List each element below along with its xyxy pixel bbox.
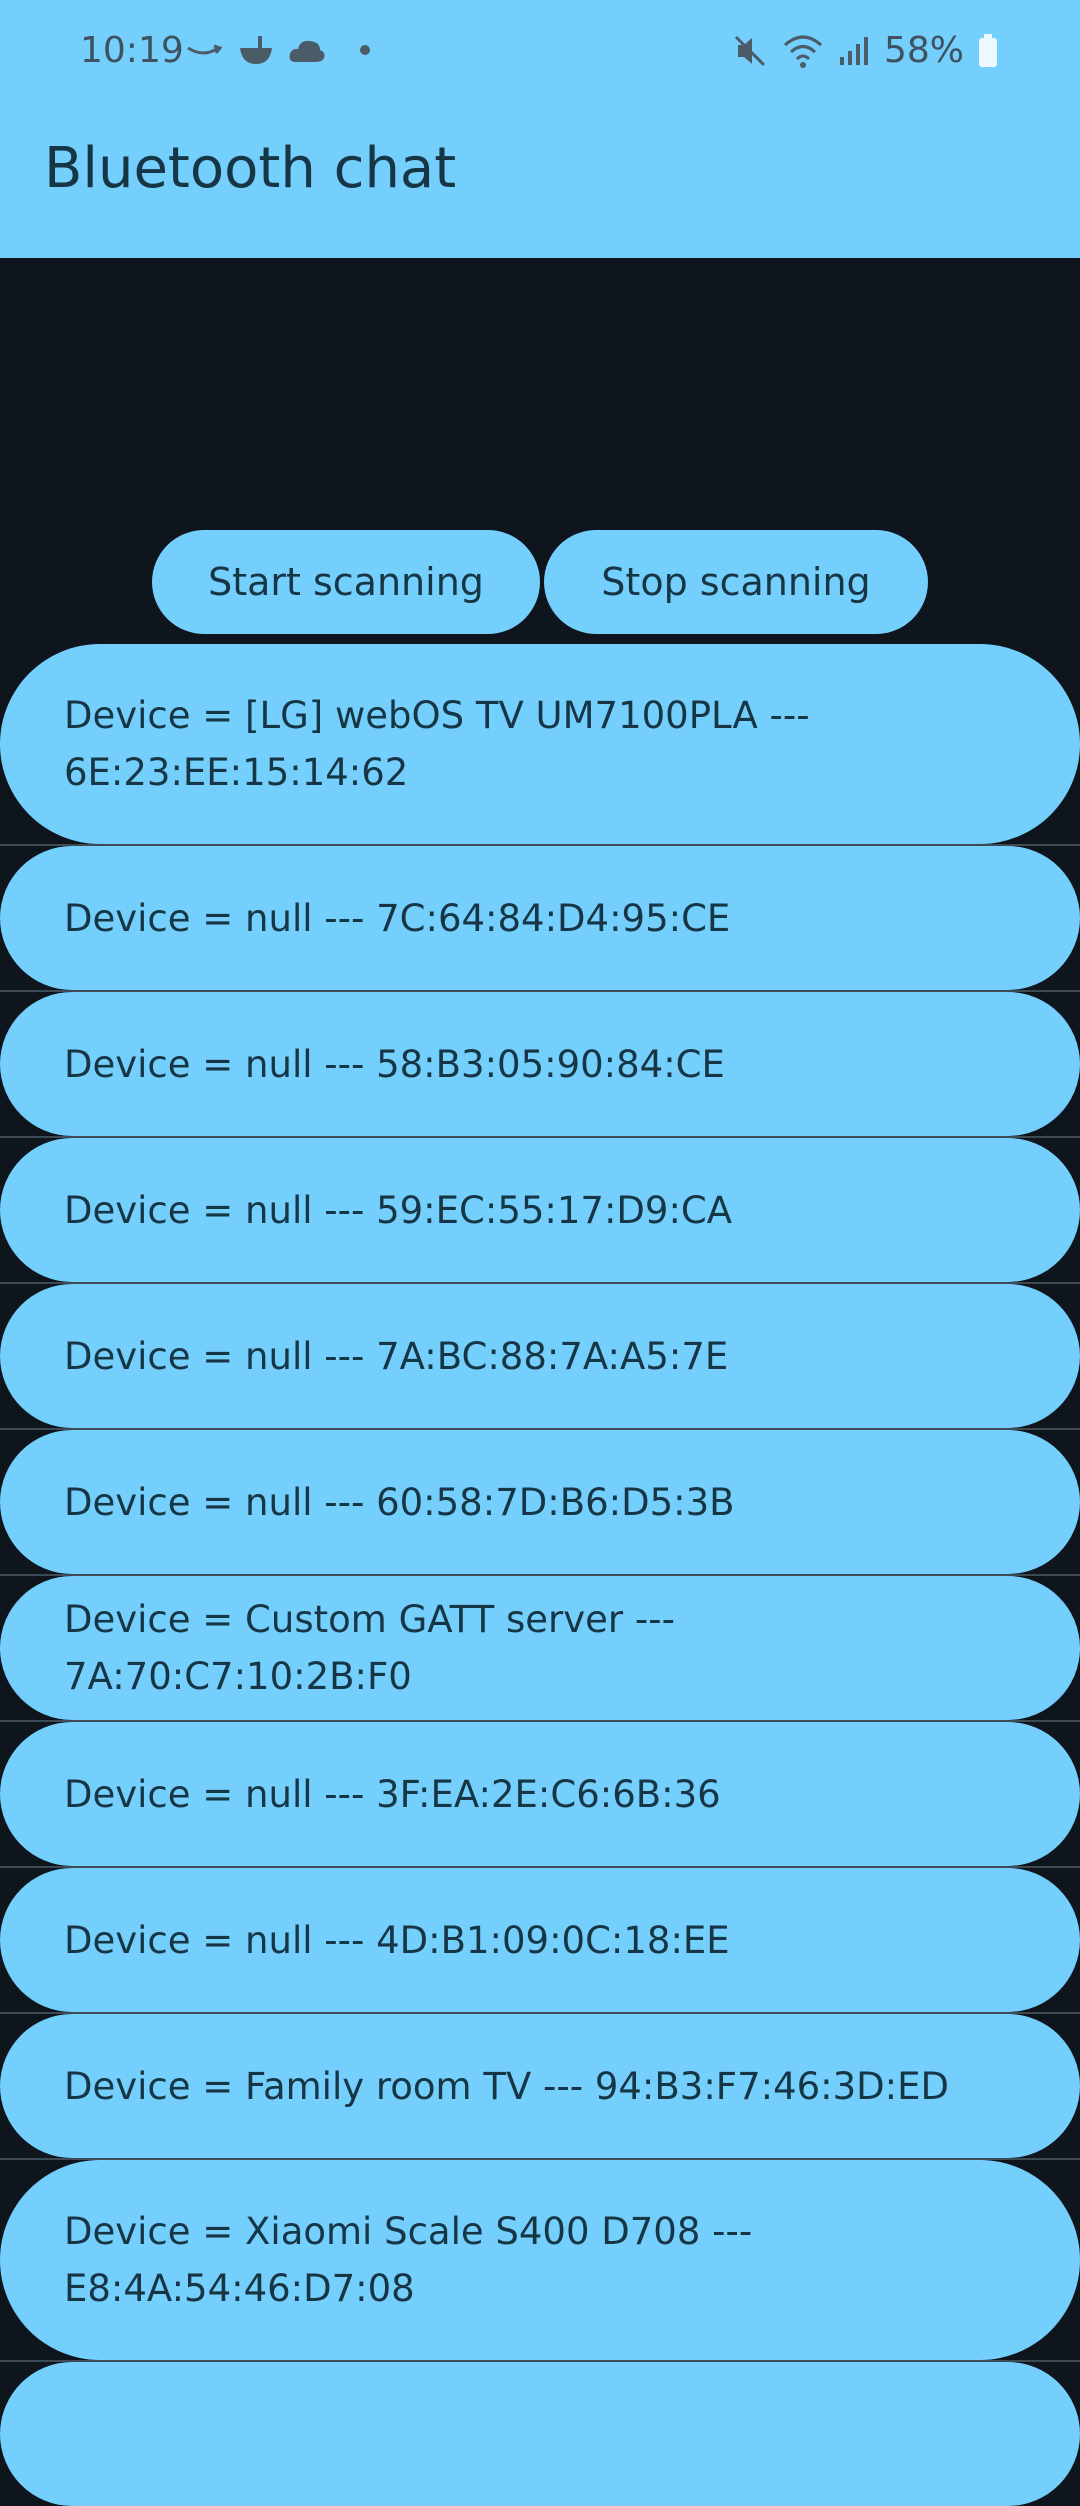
- device-item[interactable]: Device = Family room TV --- 94:B3:F7:46:…: [0, 2014, 1080, 2158]
- device-item[interactable]: Device = null --- 58:B3:05:90:84:CE: [0, 992, 1080, 1136]
- wifi-icon: [783, 35, 822, 68]
- app-bar: 10:19 58% Bluetooth chat: [0, 0, 1080, 258]
- start-scanning-button[interactable]: Start scanning: [152, 530, 540, 634]
- device-item[interactable]: Device = null --- 7A:BC:88:7A:A5:7E: [0, 1284, 1080, 1428]
- notification-icons: [184, 34, 370, 66]
- status-time: 10:19: [80, 30, 184, 71]
- page-title: Bluetooth chat: [44, 136, 457, 201]
- device-item[interactable]: Device = null --- 60:58:7D:B6:D5:3B: [0, 1430, 1080, 1574]
- amazon-icon: [187, 44, 223, 55]
- device-item[interactable]: Device = null --- 3F:EA:2E:C6:6B:36: [0, 1722, 1080, 1866]
- battery-icon: [979, 33, 997, 67]
- bowl-icon: [240, 36, 272, 64]
- device-item[interactable]: Device = null --- 59:EC:55:17:D9:CA: [0, 1138, 1080, 1282]
- device-item[interactable]: Device = [LG] webOS TV UM7100PLA --- 6E:…: [0, 644, 1080, 844]
- device-item[interactable]: Device = null --- 7C:64:84:D4:95:CE: [0, 846, 1080, 990]
- device-item[interactable]: Device = null --- 4D:B1:09:0C:18:EE: [0, 1868, 1080, 2012]
- device-item[interactable]: Device = Xiaomi Scale S400 D708 --- E8:4…: [0, 2160, 1080, 2360]
- device-list: Device = [LG] webOS TV UM7100PLA --- 6E:…: [0, 644, 1080, 2506]
- stop-scanning-button[interactable]: Stop scanning: [544, 530, 928, 634]
- status-bar: 10:19 58%: [0, 0, 1080, 106]
- more-notifications-dot: [360, 45, 370, 55]
- status-right: 58%: [732, 30, 998, 71]
- cloud-icon: [289, 40, 325, 62]
- battery-percent: 58%: [883, 30, 964, 71]
- device-item-partial[interactable]: [0, 2362, 1080, 2506]
- signal-icon: [839, 36, 868, 65]
- device-item[interactable]: Device = Custom GATT server --- 7A:70:C7…: [0, 1576, 1080, 1720]
- mute-icon: [734, 35, 766, 66]
